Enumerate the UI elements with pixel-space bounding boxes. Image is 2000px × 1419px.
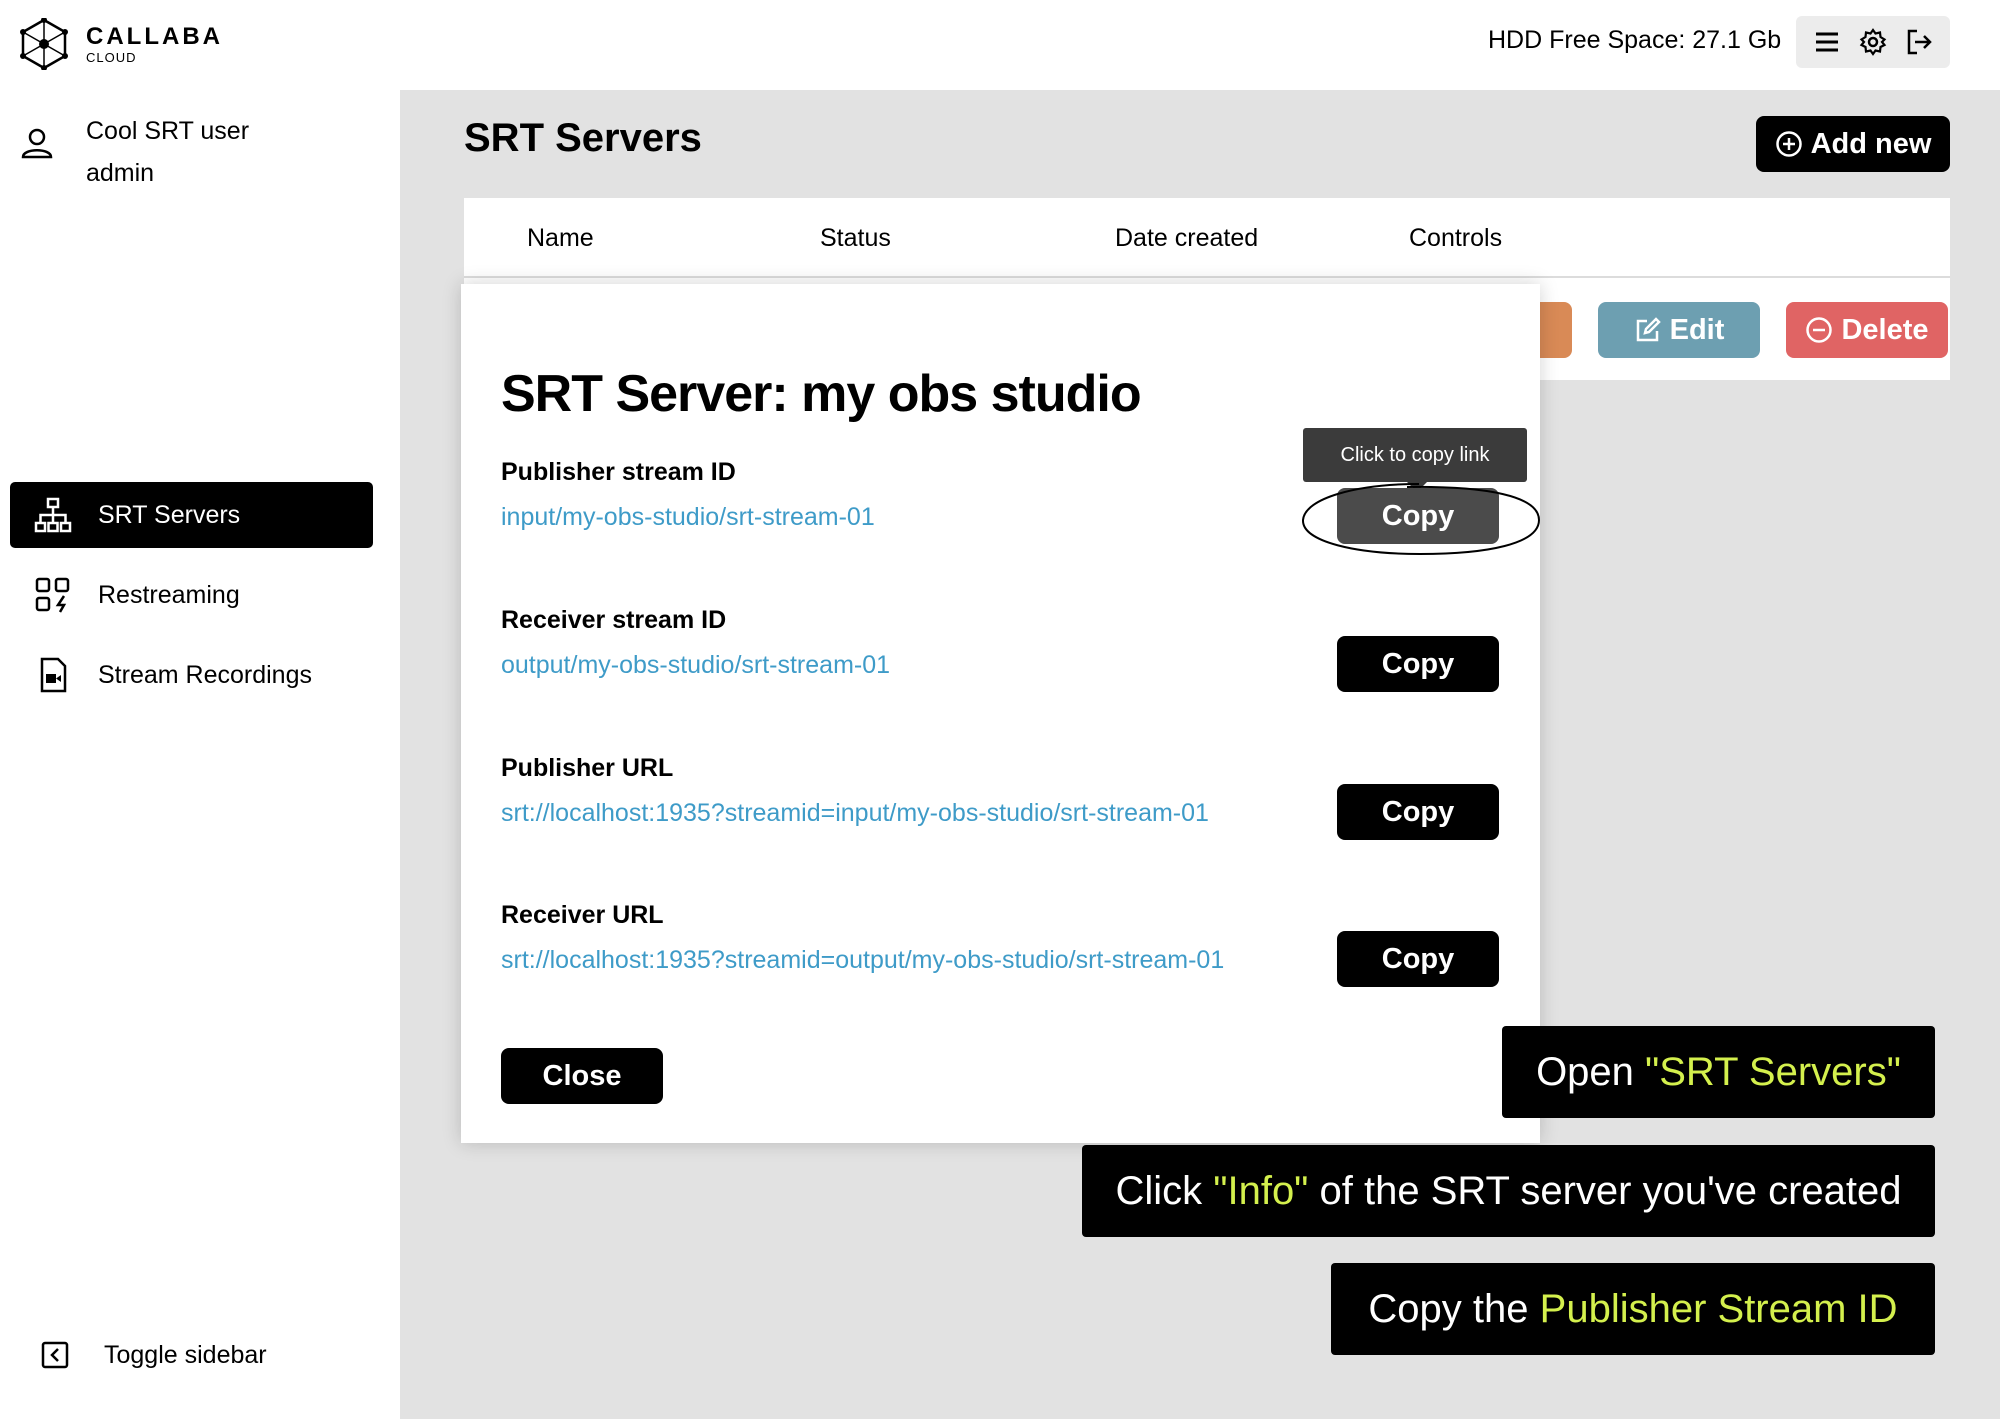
column-header-date-created[interactable]: Date created <box>1115 224 1258 253</box>
user-icon <box>21 128 53 159</box>
restream-icon <box>35 577 70 613</box>
delete-label: Delete <box>1841 313 1929 346</box>
callaba-logo-icon <box>20 18 68 70</box>
page-title: SRT Servers <box>464 116 702 160</box>
menu-icon[interactable] <box>1812 27 1842 57</box>
plus-circle-icon <box>1775 131 1802 157</box>
sidebar-item-label: Restreaming <box>98 580 240 609</box>
sidebar-item-stream-recordings[interactable]: Stream Recordings <box>10 642 373 708</box>
sidebar-item-label: Stream Recordings <box>98 660 312 689</box>
edit-label: Edit <box>1669 313 1725 346</box>
user-profile[interactable]: Cool SRT user admin <box>20 110 249 194</box>
tutorial-callout-step-3: Copy the Publisher Stream ID <box>1331 1263 1935 1355</box>
delete-button[interactable]: Delete <box>1786 302 1948 358</box>
brand-logo[interactable]: CALLABA CLOUD <box>20 18 223 70</box>
callout-highlight: "Info" <box>1213 1168 1309 1213</box>
copy-receiver-url-button[interactable]: Copy <box>1337 931 1499 987</box>
callout-text: Copy the <box>1368 1286 1540 1331</box>
brand-name: CALLABA <box>86 22 223 50</box>
callout-text: Click <box>1115 1168 1214 1213</box>
gear-icon[interactable] <box>1858 27 1888 57</box>
copy-receiver-stream-id-button[interactable]: Copy <box>1337 636 1499 692</box>
receiver-stream-id-field: Receiver stream ID output/my-obs-studio/… <box>501 606 890 680</box>
toggle-sidebar-button[interactable]: Toggle sidebar <box>40 1340 267 1370</box>
sidebar-item-srt-servers[interactable]: SRT Servers <box>10 482 373 548</box>
publisher-stream-id-field: Publisher stream ID input/my-obs-studio/… <box>501 458 875 532</box>
callout-highlight: "SRT Servers" <box>1645 1049 1901 1094</box>
field-label: Publisher URL <box>501 754 674 782</box>
field-value[interactable]: srt://localhost:1935?streamid=output/my-… <box>501 946 1224 975</box>
callout-highlight: Publisher Stream ID <box>1539 1286 1898 1331</box>
sidebar-nav: SRT Servers Restreaming Stream Recording… <box>10 482 373 722</box>
sitemap-icon <box>34 497 72 533</box>
topbar: HDD Free Space: 27.1 Gb <box>400 0 2000 90</box>
sidebar: CALLABA CLOUD Cool SRT user admin SRT Se… <box>0 0 400 1419</box>
edit-icon <box>1636 317 1661 342</box>
field-value[interactable]: output/my-obs-studio/srt-stream-01 <box>501 651 890 680</box>
field-label: Receiver stream ID <box>501 606 727 634</box>
tutorial-callout-step-1: Open "SRT Servers" <box>1502 1026 1935 1118</box>
hdd-free-space: HDD Free Space: 27.1 Gb <box>1488 26 1782 54</box>
copy-publisher-url-button[interactable]: Copy <box>1337 784 1499 840</box>
field-value[interactable]: srt://localhost:1935?streamid=input/my-o… <box>501 799 1209 828</box>
tutorial-callout-step-2: Click "Info" of the SRT server you've cr… <box>1082 1145 1935 1237</box>
add-new-label: Add new <box>1810 127 1932 160</box>
callout-text: Open <box>1536 1049 1646 1094</box>
minus-circle-icon <box>1806 317 1833 343</box>
copy-tooltip: Click to copy link <box>1303 428 1527 492</box>
receiver-url-field: Receiver URL srt://localhost:1935?stream… <box>501 901 1224 975</box>
modal-title: SRT Server: my obs studio <box>501 365 1142 423</box>
callout-text: of the SRT server you've created <box>1308 1168 1902 1213</box>
sidebar-item-label: SRT Servers <box>98 500 241 529</box>
edit-button[interactable]: Edit <box>1598 302 1760 358</box>
collapse-sidebar-icon <box>41 1341 69 1369</box>
add-new-button[interactable]: Add new <box>1756 116 1950 172</box>
field-value[interactable]: input/my-obs-studio/srt-stream-01 <box>501 503 875 532</box>
table-header: Name Status Date created Controls <box>464 198 1950 278</box>
field-label: Publisher stream ID <box>501 458 736 486</box>
logout-icon[interactable] <box>1904 27 1934 57</box>
field-label: Receiver URL <box>501 901 664 929</box>
annotation-circle <box>1301 483 1541 556</box>
video-file-icon <box>40 657 67 693</box>
brand-sub: CLOUD <box>86 49 137 65</box>
topbar-icon-group <box>1796 16 1950 68</box>
sidebar-item-restreaming[interactable]: Restreaming <box>10 562 373 628</box>
server-info-modal: SRT Server: my obs studio Publisher stre… <box>461 284 1541 1143</box>
user-name: Cool SRT user <box>86 117 250 145</box>
column-header-status[interactable]: Status <box>820 224 891 253</box>
publisher-url-field: Publisher URL srt://localhost:1935?strea… <box>501 754 1209 828</box>
column-header-name[interactable]: Name <box>527 224 594 253</box>
user-role: admin <box>86 159 155 187</box>
toggle-sidebar-label: Toggle sidebar <box>104 1340 267 1369</box>
column-header-controls: Controls <box>1409 224 1503 252</box>
close-button[interactable]: Close <box>501 1048 663 1104</box>
